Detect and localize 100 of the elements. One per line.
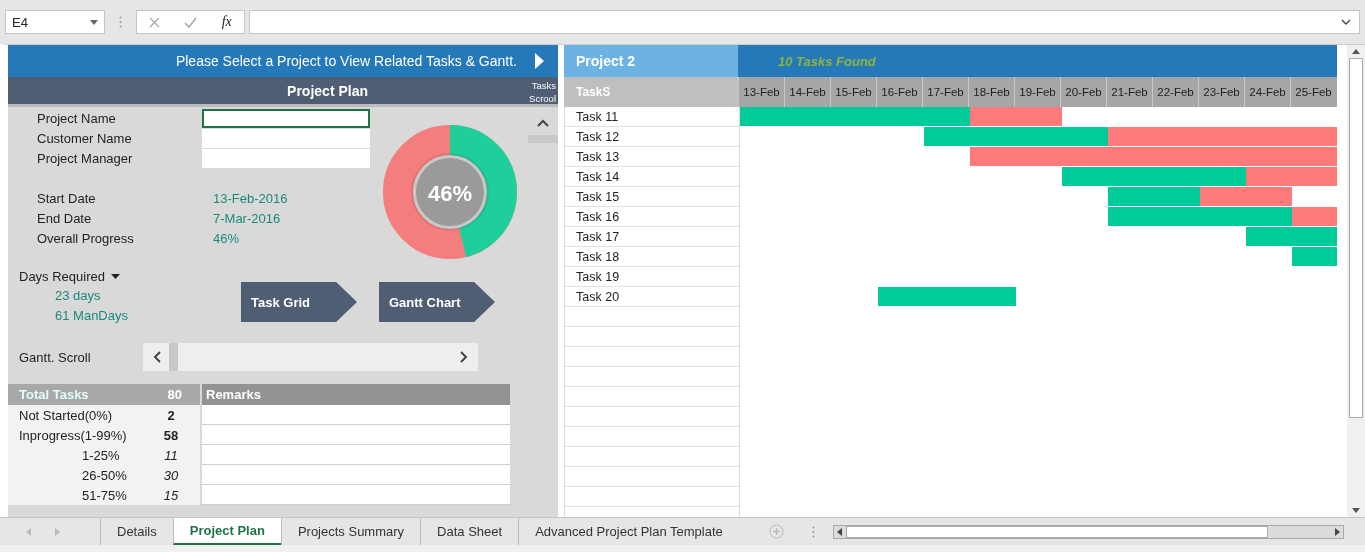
tasks-scrollbar[interactable] [528, 107, 558, 517]
right-arrow-icon[interactable] [1334, 527, 1340, 536]
field-label: Overall Progress [36, 230, 135, 246]
project-title: Project 2 [564, 45, 738, 77]
remaining-day-cell [1016, 107, 1062, 126]
remaining-day-cell [1292, 167, 1337, 186]
up-arrow-icon[interactable] [1352, 49, 1360, 54]
down-arrow-icon[interactable] [1352, 508, 1360, 513]
task-name: Task 17 [575, 229, 621, 246]
grip-icon [119, 16, 122, 28]
expand-icon[interactable] [1341, 19, 1351, 25]
task-name: Task 20 [575, 289, 621, 306]
task-name: Task 13 [575, 149, 621, 166]
name-box[interactable]: E4 [5, 10, 105, 34]
panel-title: Project Plan [8, 77, 528, 107]
date-header: 20-Feb [1060, 77, 1106, 107]
field-value: 13-Feb-2016 [212, 190, 288, 206]
status-label: Inprogress(1-99%) [18, 427, 128, 443]
status-count: 58 [162, 427, 180, 443]
completed-day-cell [878, 287, 924, 306]
status-label: 51-75% [81, 487, 128, 503]
cancel-icon[interactable] [149, 16, 161, 28]
remarks-header: Remarks [202, 384, 510, 405]
tasks-found-text: 10 Tasks Found [777, 52, 876, 71]
completed-day-cell [924, 107, 970, 126]
nav-button[interactable]: Gantt Chart [379, 282, 495, 322]
checkmark-icon[interactable] [184, 16, 198, 28]
remaining-day-cell [1200, 187, 1246, 206]
gantt-scroll-label: Gantt. Scroll [18, 349, 92, 365]
total-tasks-count: 80 [167, 387, 182, 402]
completed-day-cell [1246, 227, 1292, 246]
field-label: End Date [36, 210, 93, 226]
completed-day-cell [1246, 207, 1292, 226]
add-sheet-icon[interactable] [768, 524, 784, 539]
field-label: Customer Name [36, 130, 133, 146]
date-header: 24-Feb [1244, 77, 1290, 107]
task-name: Task 16 [575, 209, 621, 226]
scroll-thumb[interactable] [169, 343, 178, 371]
grip-icon [811, 525, 815, 538]
sheet-tab[interactable]: Project Plan [172, 518, 281, 545]
input-field[interactable] [202, 108, 370, 128]
status-count: 11 [163, 447, 179, 463]
caret-icon [90, 19, 98, 25]
remaining-day-cell [1292, 147, 1337, 166]
status-label: Not Started(0%) [18, 407, 114, 423]
left-arrow-icon[interactable] [836, 527, 842, 536]
remaining-day-cell [1292, 207, 1337, 226]
days-required-dropdown[interactable]: Days Required [19, 266, 241, 286]
field-value: 46% [212, 230, 240, 246]
field-label: Start Date [36, 190, 97, 206]
column-header: TaskS [564, 77, 738, 107]
status-count: 30 [162, 467, 180, 483]
remaining-day-cell [970, 107, 1016, 126]
status-label: 26-50% [81, 467, 128, 483]
horizontal-scrollbar[interactable] [832, 524, 1344, 539]
date-header: 21-Feb [1106, 77, 1152, 107]
progress-donut-drawing: 46% [380, 122, 520, 262]
date-header: 23-Feb [1198, 77, 1244, 107]
task-name: Task 18 [575, 249, 621, 266]
gantt-scrollbar[interactable] [143, 343, 478, 371]
status-count: 2 [166, 407, 176, 423]
task-name: Task 14 [575, 169, 621, 186]
date-header: 22-Feb [1152, 77, 1198, 107]
nav-button[interactable]: Task Grid [241, 282, 357, 322]
task-name: Task 11 [575, 109, 620, 126]
scroll-thumb[interactable] [528, 135, 558, 143]
field-value: 7-Mar-2016 [212, 210, 281, 226]
input-field[interactable] [202, 128, 370, 148]
banner-text: Please Select a Project to View Related Tasks & Gantt. [175, 53, 517, 69]
remaining-day-cell [1292, 127, 1337, 146]
completed-day-cell [1200, 167, 1246, 186]
formula-field[interactable] [249, 10, 1360, 34]
completed-day-cell [740, 107, 786, 126]
remaining-day-cell [1246, 187, 1292, 206]
remaining-day-cell [1246, 167, 1292, 186]
completed-day-cell [1292, 247, 1337, 266]
remaining-day-cell [1108, 127, 1154, 146]
total-tasks-label: Total Tasks [19, 387, 89, 402]
input-field[interactable] [202, 148, 370, 168]
date-header: 25-Feb [1290, 77, 1336, 107]
status-label: 1-25% [81, 447, 121, 463]
days-value: 23 days [54, 287, 102, 305]
remaining-day-cell [970, 147, 1016, 166]
caret-icon [111, 273, 120, 279]
completed-day-cell [1108, 207, 1154, 226]
status-count: 15 [162, 487, 180, 503]
play-icon[interactable] [535, 53, 544, 69]
completed-day-cell [924, 127, 970, 146]
completed-day-cell [1062, 167, 1108, 186]
days-value: 61 ManDays [54, 307, 129, 325]
completed-day-cell [1108, 187, 1154, 206]
task-name: Task 19 [575, 269, 621, 286]
field-label: Project Manager [36, 150, 134, 166]
completed-day-cell [1292, 227, 1337, 246]
completed-day-cell [1062, 127, 1108, 146]
task-name: Task 12 [575, 129, 621, 146]
insert-function-button[interactable]: fx [221, 14, 232, 30]
task-name: Task 15 [575, 189, 621, 206]
vertical-scrollbar[interactable] [1347, 45, 1365, 517]
completed-day-cell [970, 287, 1016, 306]
